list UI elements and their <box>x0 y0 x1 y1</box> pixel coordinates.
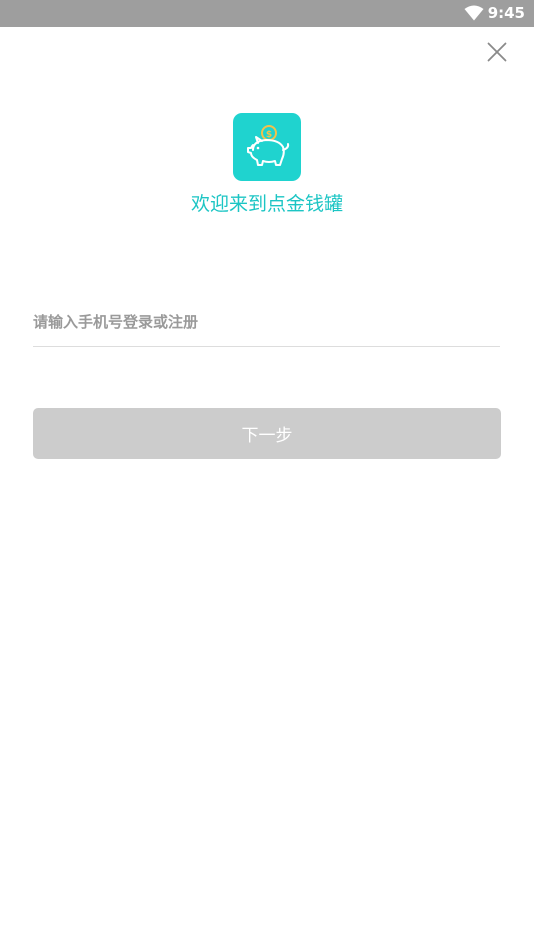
status-time: 9:45 <box>487 4 525 22</box>
app-logo: $ <box>233 113 301 181</box>
welcome-title: 欢迎来到点金钱罐 <box>190 193 343 215</box>
status-bar: 9:45 <box>0 0 534 27</box>
coin-symbol: $ <box>266 130 272 140</box>
close-icon <box>487 42 507 62</box>
phone-input[interactable] <box>33 300 500 344</box>
piggy-bank-icon: $ <box>247 125 290 166</box>
close-button[interactable] <box>483 38 511 66</box>
phone-input-container <box>33 300 500 347</box>
next-button[interactable]: 下一步 <box>33 408 501 459</box>
wifi-icon <box>464 5 484 21</box>
